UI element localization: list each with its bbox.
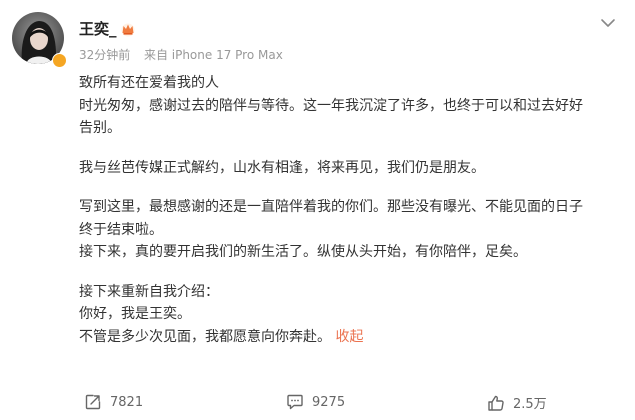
comment-icon (287, 394, 303, 410)
content-line: 接下来，真的要开启我们的新生活了。纵使从头开始，有你陪伴，足矣。 (79, 244, 527, 260)
content-line: 时光匆匆，感谢过去的陪伴与等待。这一年我沉淀了许多，也终于可以和过去好好 (79, 97, 583, 114)
comment-button[interactable]: 9275 (286, 393, 345, 411)
chevron-down-icon[interactable] (599, 16, 617, 30)
action-bar: 7821 9275 2.5万 (0, 393, 635, 415)
repost-button[interactable]: 7821 (84, 393, 143, 411)
content-line: 接下来重新自我介绍： (79, 283, 219, 300)
content-line: 告别。 (79, 120, 121, 136)
thumbs-up-icon (488, 395, 504, 411)
post-meta: 32分钟前 来自 iPhone 17 Pro Max (79, 46, 283, 63)
like-count: 2.5万 (513, 397, 547, 412)
post-content: 致所有还在爱着我的人 时光匆匆，感谢过去的陪伴与等待。这一年我沉淀了许多，也终于… (79, 72, 624, 348)
content-line-text: 不管是多少次见面，我都愿意向你奔赴。 (79, 328, 331, 345)
repost-icon (85, 394, 101, 410)
post-time[interactable]: 32分钟前 (79, 48, 130, 62)
content-line: 致所有还在爱着我的人 (79, 75, 219, 91)
collapse-link[interactable]: 收起 (335, 329, 363, 345)
author-name[interactable]: 王奕_ (79, 18, 117, 39)
like-button[interactable]: 2.5万 (487, 393, 547, 412)
content-line: 终于结束啦。 (79, 221, 163, 238)
verified-badge-icon (52, 53, 67, 68)
content-line: 不管是多少次见面，我都愿意向你奔赴。 收起 (79, 326, 624, 349)
crown-icon (121, 23, 135, 36)
comment-count: 9275 (312, 394, 346, 410)
repost-count: 7821 (110, 394, 144, 410)
content-line: 你好，我是王奕。 (79, 306, 191, 322)
content-line: 写到这里，最想感谢的还是一直陪伴着我的你们。那些没有曝光、不能见面的日子 (79, 199, 583, 215)
post-source: 来自 iPhone 17 Pro Max (143, 48, 283, 62)
content-line: 我与丝芭传媒正式解约，山水有相逢，将来再见，我们仍是朋友。 (79, 159, 485, 176)
